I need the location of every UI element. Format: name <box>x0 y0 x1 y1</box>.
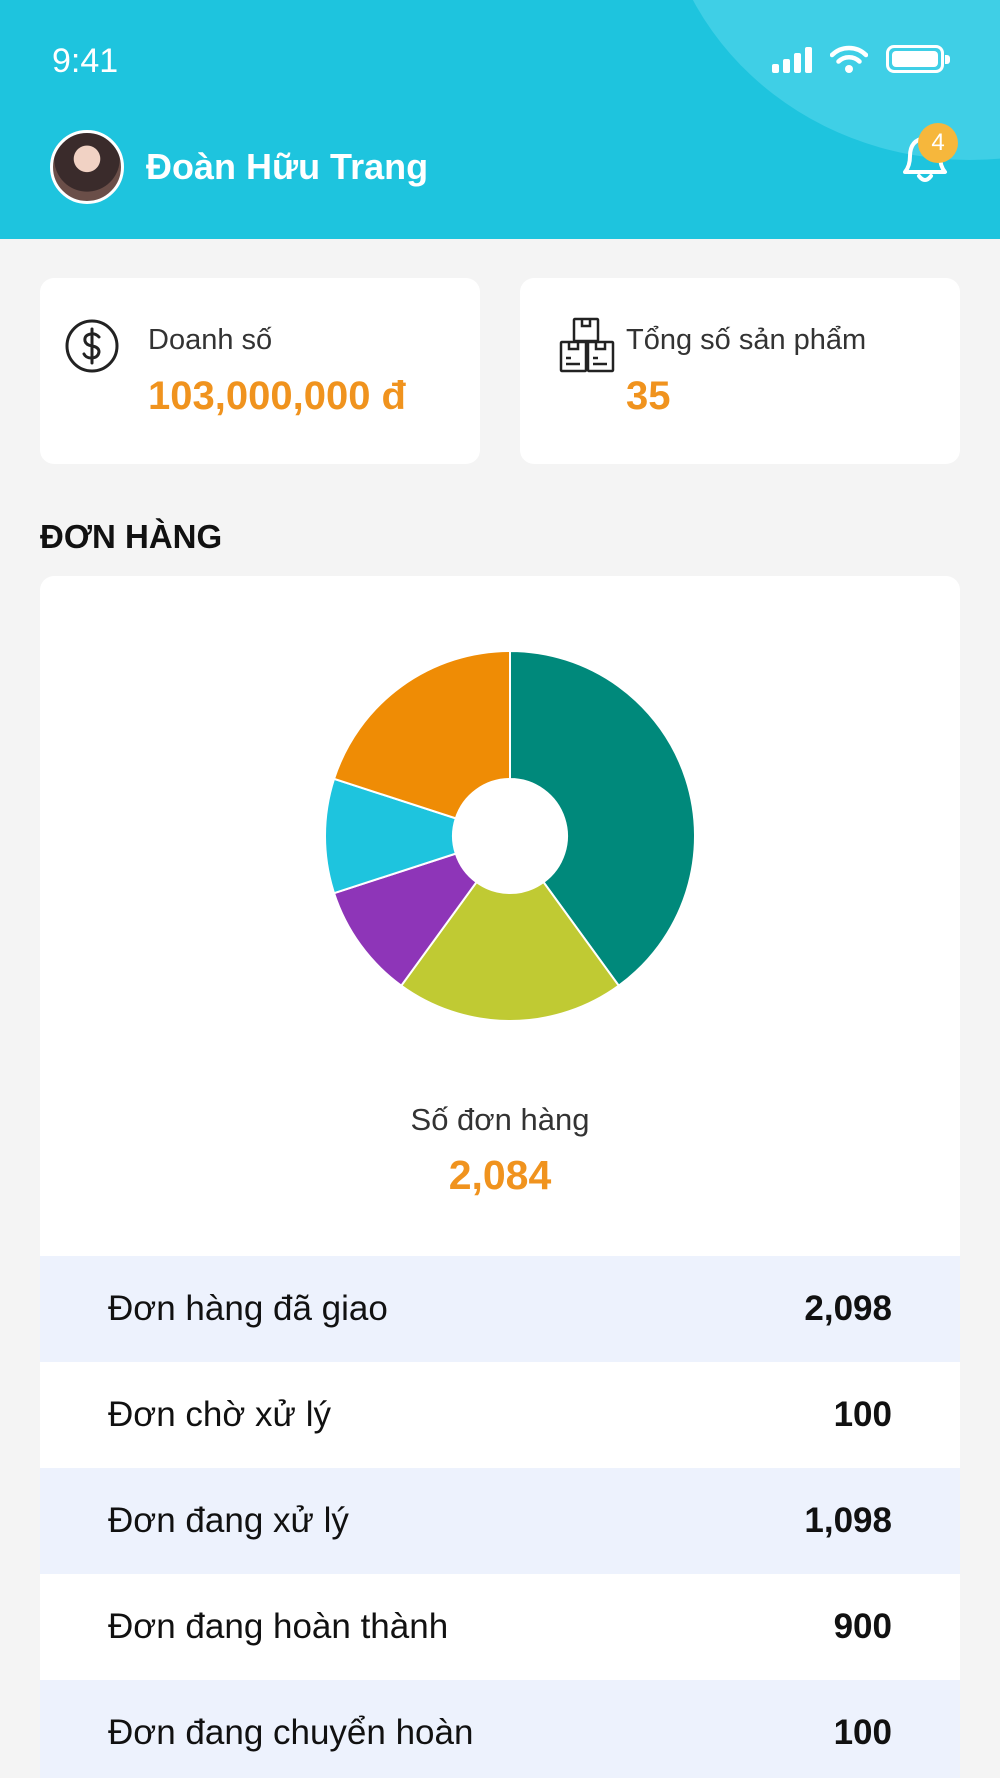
row-label: Đơn hàng đã giao <box>108 1289 388 1328</box>
row-value: 100 <box>833 1713 892 1752</box>
battery-icon <box>886 45 950 73</box>
row-value: 900 <box>833 1607 892 1646</box>
status-icons <box>772 44 950 74</box>
dollar-circle-icon <box>65 319 119 373</box>
row-value: 2,098 <box>804 1289 892 1328</box>
table-row[interactable]: Đơn đang hoàn thành 900 <box>40 1574 960 1680</box>
status-time: 9:41 <box>52 42 119 80</box>
revenue-card[interactable]: Doanh số 103,000,000 đ <box>40 278 480 464</box>
revenue-label: Doanh số <box>148 324 273 356</box>
table-row[interactable]: Đơn đang chuyển hoàn 100 <box>40 1680 960 1778</box>
orders-table: Đơn hàng đã giao 2,098 Đơn chờ xử lý 100… <box>40 1256 960 1778</box>
row-label: Đơn đang chuyển hoàn <box>108 1713 474 1752</box>
boxes-icon <box>559 317 615 373</box>
row-label: Đơn đang xử lý <box>108 1501 349 1540</box>
row-label: Đơn chờ xử lý <box>108 1395 331 1434</box>
table-row[interactable]: Đơn chờ xử lý 100 <box>40 1362 960 1468</box>
notification-badge[interactable]: 4 <box>918 123 958 163</box>
app-header: 9:41 Đoàn Hữu Trang <box>0 0 1000 239</box>
user-name[interactable]: Đoàn Hữu Trang <box>146 146 428 188</box>
avatar[interactable] <box>50 130 124 204</box>
products-value: 35 <box>626 374 671 418</box>
row-value: 1,098 <box>804 1501 892 1540</box>
cellular-signal-icon <box>772 45 812 73</box>
orders-donut-chart[interactable] <box>310 636 710 1036</box>
orders-total: 2,084 <box>448 1152 552 1198</box>
table-row[interactable]: Đơn hàng đã giao 2,098 <box>40 1256 960 1362</box>
orders-chart-card: Số đơn hàng 2,084 <box>40 576 960 1256</box>
products-card[interactable]: Tổng số sản phẩm 35 <box>520 278 960 464</box>
products-label: Tổng số sản phẩm <box>626 324 867 356</box>
chart-caption: Số đơn hàng <box>410 1102 590 1137</box>
wifi-icon <box>830 45 868 73</box>
row-value: 100 <box>833 1395 892 1434</box>
row-label: Đơn đang hoàn thành <box>108 1607 449 1646</box>
orders-section-title: ĐƠN HÀNG <box>40 518 223 555</box>
revenue-value: 103,000,000 đ <box>148 374 406 418</box>
table-row[interactable]: Đơn đang xử lý 1,098 <box>40 1468 960 1574</box>
